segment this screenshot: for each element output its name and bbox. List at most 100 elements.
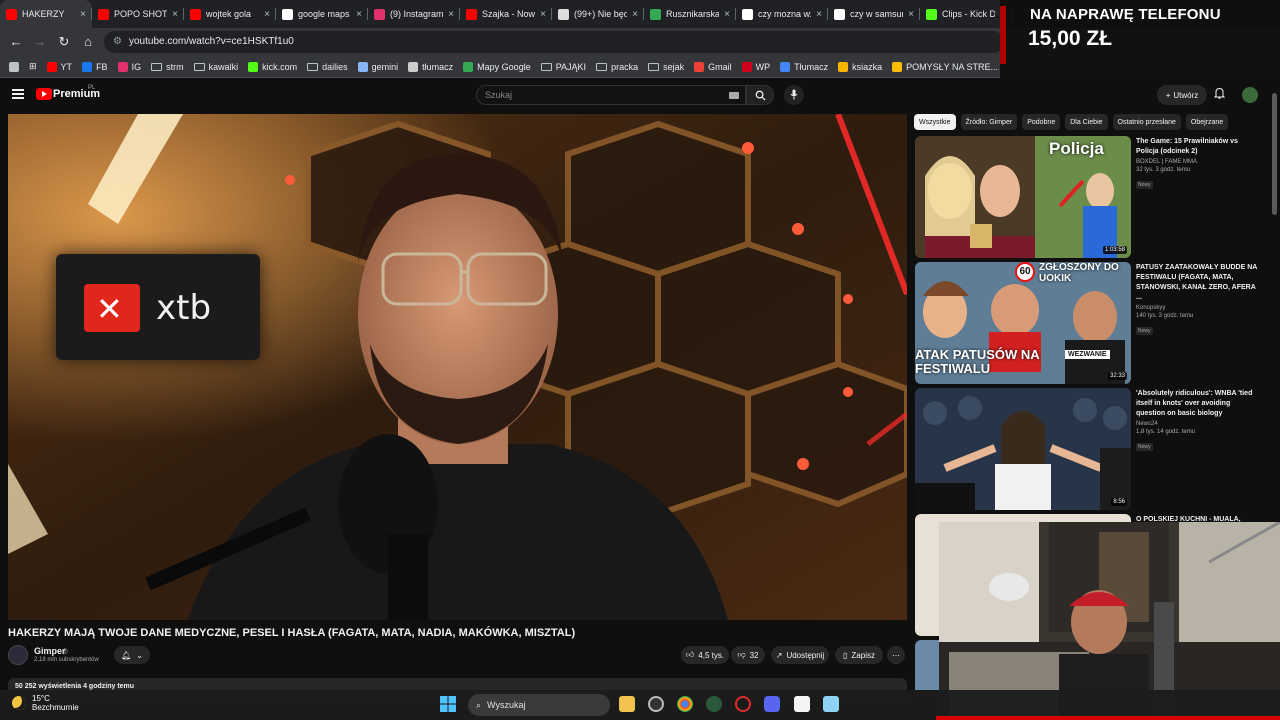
bookmark-item[interactable]: strm: [146, 62, 189, 72]
grid-icon[interactable]: ⊞: [24, 61, 42, 72]
bookmark-item[interactable]: kick.com: [243, 61, 302, 72]
subscription-bell-button[interactable]: 🔔︎ ⌄: [114, 646, 150, 664]
browser-tab[interactable]: HAKERZY ×: [0, 0, 92, 28]
share-button[interactable]: ↗ Udostępnij: [771, 646, 829, 664]
apps-icon[interactable]: [4, 61, 24, 72]
keyboard-icon[interactable]: [729, 92, 739, 99]
bookmark-item[interactable]: WP: [737, 61, 776, 72]
bookmark-item[interactable]: YT: [42, 61, 78, 72]
bookmark-item[interactable]: POMYSŁY NA STRE...: [887, 61, 1003, 72]
recommendation-info: PATUSY ZAATAKOWAŁY BUDDE NA FESTIWALU (F…: [1136, 263, 1261, 337]
search-button[interactable]: [746, 85, 774, 105]
bookmark-item[interactable]: FB: [77, 61, 113, 72]
channel-avatar[interactable]: [8, 645, 28, 665]
windows-start-icon[interactable]: [440, 696, 456, 712]
browser-tab[interactable]: czy mozna wziac ×: [736, 0, 828, 28]
tab-close-icon[interactable]: ×: [908, 9, 914, 20]
tab-close-icon[interactable]: ×: [172, 9, 178, 20]
more-actions-button[interactable]: ⋯: [887, 646, 905, 664]
bookmark-item[interactable]: Tłumacz: [775, 61, 833, 72]
back-icon[interactable]: ←: [8, 34, 24, 50]
tab-close-icon[interactable]: ×: [264, 9, 270, 20]
country-code: PL: [88, 85, 96, 91]
chrome-icon[interactable]: [677, 696, 693, 712]
forward-icon[interactable]: →: [32, 34, 48, 50]
tab-close-icon[interactable]: ×: [724, 9, 730, 20]
search-input[interactable]: Szukaj: [476, 85, 746, 105]
tab-close-icon[interactable]: ×: [540, 9, 546, 20]
bookmark-item[interactable]: Gmail: [689, 61, 737, 72]
tab-close-icon[interactable]: ×: [816, 9, 822, 20]
tab-close-icon[interactable]: ×: [80, 9, 86, 20]
recommendation-channel[interactable]: Konopskyy: [1136, 305, 1261, 311]
browser-tab[interactable]: czy w samsungu ×: [828, 0, 920, 28]
save-button[interactable]: ▯ Zapisz: [835, 646, 883, 664]
site-info-icon[interactable]: ⚙: [113, 36, 122, 47]
tab-close-icon[interactable]: ×: [448, 9, 454, 20]
recommendation-title[interactable]: The Game: 15 Prawilniaków vs Policja (od…: [1136, 137, 1261, 157]
reload-icon[interactable]: ↻: [56, 34, 72, 50]
browser-tab[interactable]: Clips - Kick Dash×: [920, 0, 1012, 28]
recommendation-title[interactable]: 'Absolutely ridiculous': WNBA 'tied itse…: [1136, 389, 1261, 419]
filter-chip[interactable]: Dla Ciebie: [1065, 114, 1108, 130]
recommendation-channel[interactable]: News24: [1136, 421, 1261, 427]
bookmark-item[interactable]: PAJĄKI: [536, 62, 591, 72]
obs-icon[interactable]: [735, 696, 751, 712]
file-explorer-icon[interactable]: [619, 696, 635, 712]
recommendation-2[interactable]: 60 ZGŁOSZONY DO UOKIK WEZWANIE ATAK PATU…: [915, 262, 1265, 384]
weather-widget[interactable]: 15°C Bezchmurnie: [12, 694, 79, 712]
filter-chip[interactable]: Podobne: [1022, 114, 1061, 130]
vpn-icon[interactable]: [706, 696, 722, 712]
thumbnail[interactable]: Policja 1:03:58: [915, 136, 1131, 258]
like-button[interactable]: 👍︎ 4,5 tys.: [681, 646, 729, 664]
bookmark-item[interactable]: dailies: [302, 62, 353, 72]
menu-icon[interactable]: [12, 89, 24, 99]
account-avatar[interactable]: [1242, 87, 1258, 103]
new-badge: Nowy: [1136, 181, 1153, 189]
filter-chip[interactable]: Ostatnio przesłane: [1112, 114, 1181, 130]
bookmark-item[interactable]: pracka: [591, 62, 643, 72]
browser-tab[interactable]: (9) Instagram ×: [368, 0, 460, 28]
filter-chip[interactable]: Obejrzane: [1185, 114, 1229, 130]
browser-tab[interactable]: wojtek gola ×: [184, 0, 276, 28]
recommendation-channel[interactable]: BOXDEL | FAME MMA: [1136, 159, 1261, 165]
browser-tab[interactable]: google maps ×: [276, 0, 368, 28]
omnibox[interactable]: ⚙ youtube.com/watch?v=ce1HSKTf1u0: [104, 31, 1004, 53]
bookmark-item[interactable]: IG: [113, 61, 147, 72]
tab-close-icon[interactable]: ×: [632, 9, 638, 20]
scrollbar-thumb[interactable]: [1272, 93, 1277, 215]
tab-close-icon[interactable]: ×: [356, 9, 362, 20]
browser-tab[interactable]: Szajka - Nowa H ×: [460, 0, 552, 28]
recommendation-3[interactable]: 8:56 'Absolutely ridiculous': WNBA 'tied…: [915, 388, 1265, 510]
taskbar-search[interactable]: ⌕ Wyszukaj: [468, 694, 610, 716]
url-text[interactable]: youtube.com/watch?v=ce1HSKTf1u0: [129, 36, 294, 47]
voice-search-button[interactable]: [784, 85, 804, 105]
settings-icon[interactable]: [648, 696, 664, 712]
home-icon[interactable]: ⌂: [80, 34, 96, 50]
browser-tab[interactable]: POPO SHOTY ×: [92, 0, 184, 28]
capcut-icon[interactable]: [794, 696, 810, 712]
bookmark-item[interactable]: Mapy Google: [458, 61, 536, 72]
browser-tab[interactable]: Rusznikarska-De ×: [644, 0, 736, 28]
channel-name[interactable]: Gimper: [34, 646, 66, 656]
dislike-button[interactable]: 👎︎ 32: [731, 646, 765, 664]
recommendation-1[interactable]: Policja 1:03:58 The Game: 15 Prawilniakó…: [915, 136, 1265, 258]
bookmark-item[interactable]: tłumacz: [403, 61, 458, 72]
notifications-bell-icon[interactable]: [1213, 87, 1226, 102]
thumbnail[interactable]: 60 ZGŁOSZONY DO UOKIK WEZWANIE ATAK PATU…: [915, 262, 1131, 384]
video-player[interactable]: ✕ xtb: [8, 114, 907, 620]
recommendation-5-thumbnail[interactable]: [915, 640, 939, 690]
notepad-icon[interactable]: [823, 696, 839, 712]
thumbnail[interactable]: 8:56: [915, 388, 1131, 510]
bookmark-item[interactable]: gemini: [353, 61, 404, 72]
browser-tab[interactable]: (99+) Nie będę u ×: [552, 0, 644, 28]
bookmark-item[interactable]: ksiazka: [833, 61, 887, 72]
filter-chip[interactable]: Wszystkie: [914, 114, 956, 130]
discord-icon[interactable]: [764, 696, 780, 712]
filter-chip[interactable]: Źródło: Gimper: [960, 114, 1018, 130]
recommendation-title[interactable]: PATUSY ZAATAKOWAŁY BUDDE NA FESTIWALU (F…: [1136, 263, 1261, 303]
bookmark-item[interactable]: kawalki: [189, 62, 244, 72]
bookmark-item[interactable]: sejak: [643, 62, 689, 72]
create-button[interactable]: + Utwórz: [1157, 85, 1207, 105]
youtube-logo-icon[interactable]: [36, 88, 52, 100]
